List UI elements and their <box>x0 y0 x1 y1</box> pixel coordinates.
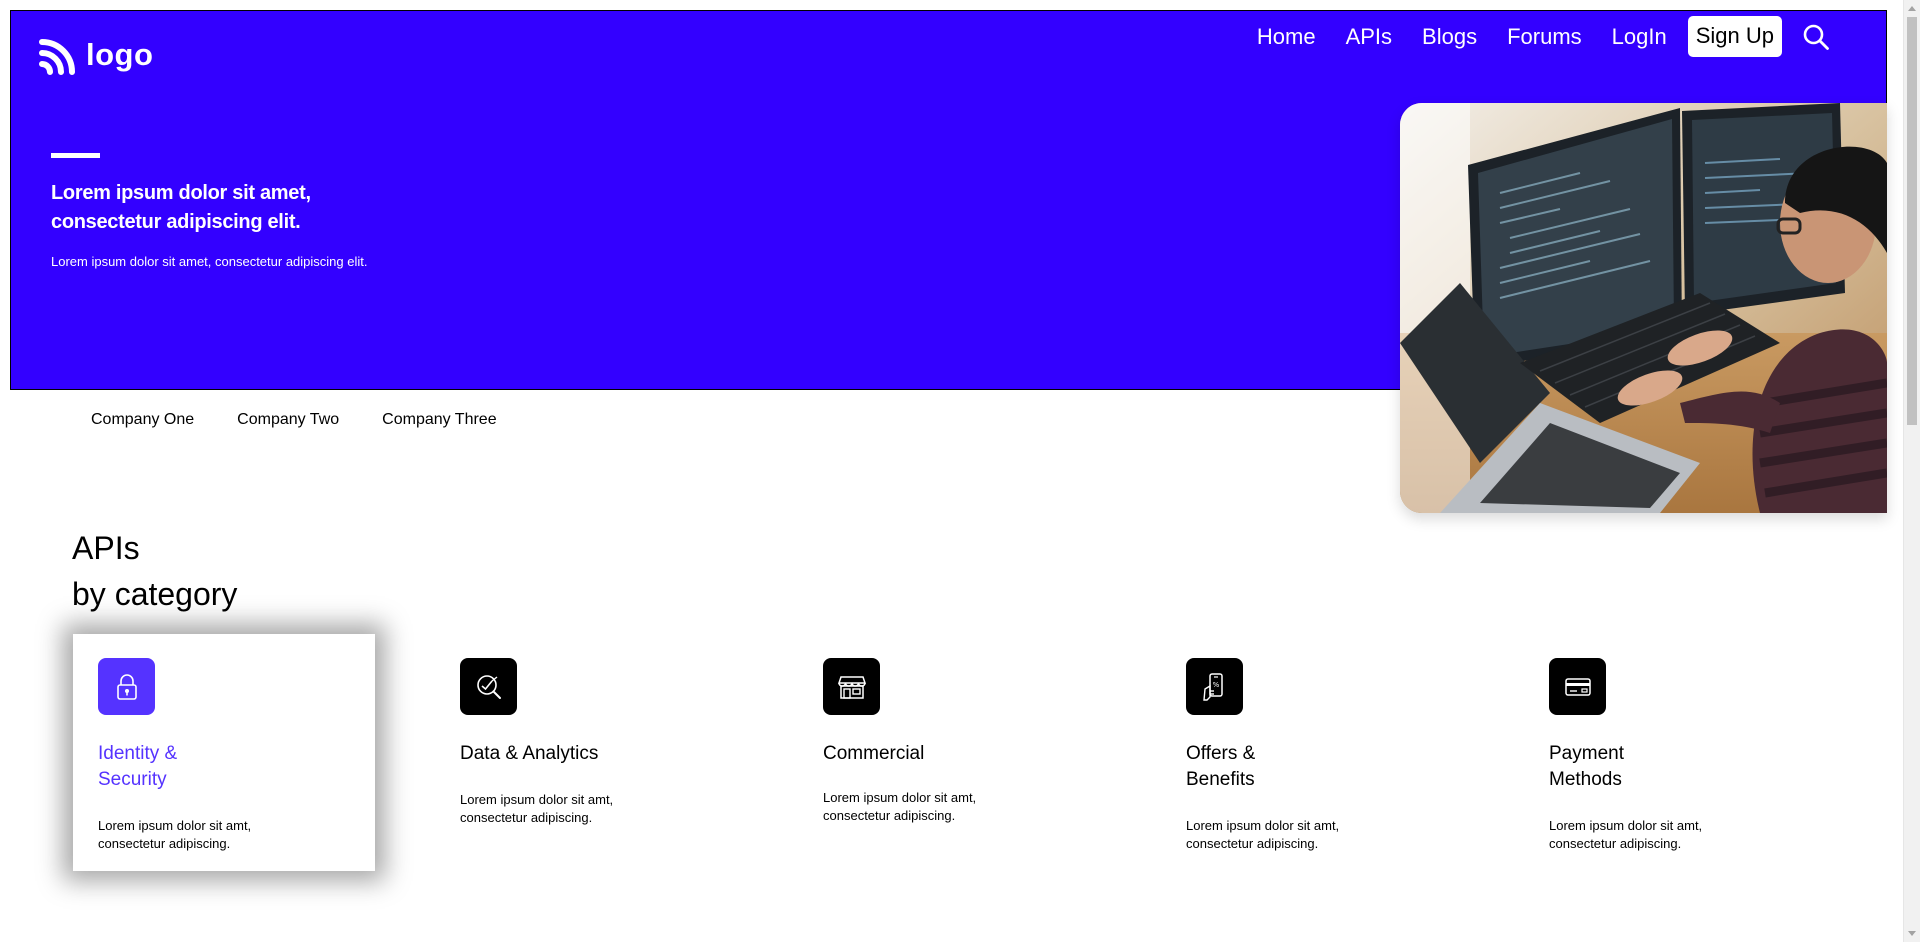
page: logo Home APIs Blogs Forums LogIn Sign U… <box>0 0 1920 942</box>
category-title: Payment Methods <box>1549 743 1624 790</box>
logo-text: logo <box>86 37 154 72</box>
category-description: Lorem ipsum dolor sit amt, consectetur a… <box>98 818 252 851</box>
hero-image <box>1400 103 1887 513</box>
category-title: Offers & Benefits <box>1186 743 1256 790</box>
category-description: Lorem ipsum dolor sit amt, consectetur a… <box>823 790 977 823</box>
hero-subtitle: Lorem ipsum dolor sit amet, consectetur … <box>51 254 368 269</box>
scroll-down-icon[interactable] <box>1908 931 1916 936</box>
scroll-up-icon[interactable] <box>1908 6 1916 11</box>
category-title: Commercial <box>823 743 925 764</box>
companies-row: Company One Company Two Company Three <box>91 411 540 429</box>
nav-apis[interactable]: APIs <box>1346 24 1392 50</box>
company-two[interactable]: Company Two <box>237 411 339 429</box>
search-icon[interactable] <box>1802 23 1830 51</box>
nav-login[interactable]: LogIn <box>1612 24 1667 50</box>
section-title-line2: by category <box>72 576 238 612</box>
company-three[interactable]: Company Three <box>382 411 496 429</box>
category-card-offers-benefits[interactable]: % Offers & Benefits Lorem ipsum dolor si… <box>1161 634 1463 871</box>
scrollbar-thumb[interactable] <box>1907 17 1917 425</box>
lock-icon <box>98 658 155 715</box>
svg-text:%: % <box>1212 681 1219 689</box>
category-title: Identity & Security <box>98 743 178 790</box>
category-description: Lorem ipsum dolor sit amt, consectetur a… <box>1186 818 1340 851</box>
analytics-icon <box>460 658 517 715</box>
store-icon <box>823 658 880 715</box>
logo-mark-icon <box>39 39 75 75</box>
nav-forums[interactable]: Forums <box>1507 24 1582 50</box>
section-title: APIs by category <box>72 525 237 617</box>
category-description: Lorem ipsum dolor sit amt, consectetur a… <box>1549 818 1703 851</box>
category-description: Lorem ipsum dolor sit amt, consectetur a… <box>460 792 614 825</box>
nav-blogs[interactable]: Blogs <box>1422 24 1477 50</box>
nav-home[interactable]: Home <box>1257 24 1316 50</box>
section-title-line1: APIs <box>72 530 140 566</box>
category-card-payment-methods[interactable]: Payment Methods Lorem ipsum dolor sit am… <box>1524 634 1826 871</box>
logo[interactable]: logo <box>38 36 153 76</box>
card-icon <box>1549 658 1606 715</box>
hero-title: Lorem ipsum dolor sit amet, consectetur … <box>51 182 311 233</box>
signup-button[interactable]: Sign Up <box>1687 16 1782 57</box>
category-card-commercial[interactable]: Commercial Lorem ipsum dolor sit amt, co… <box>798 634 1100 871</box>
vertical-scrollbar[interactable] <box>1903 0 1920 942</box>
category-card-data-analytics[interactable]: Data & Analytics Lorem ipsum dolor sit a… <box>435 634 737 871</box>
category-card-identity-security[interactable]: Identity & Security Lorem ipsum dolor si… <box>73 634 375 871</box>
hero-divider <box>51 153 100 158</box>
category-title: Data & Analytics <box>460 743 599 764</box>
main-nav: Home APIs Blogs Forums LogIn Sign Up <box>1227 16 1830 57</box>
company-one[interactable]: Company One <box>91 411 194 429</box>
offers-icon: % <box>1186 658 1243 715</box>
